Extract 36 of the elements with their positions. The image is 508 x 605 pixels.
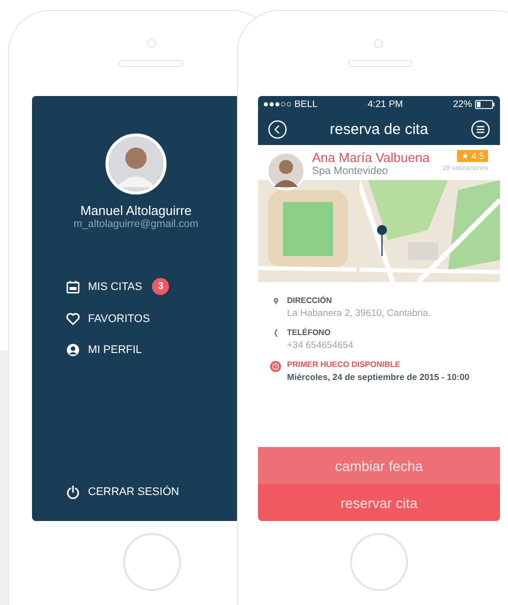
provider-name: Ana María Valbuena: [312, 150, 430, 165]
detail-value: Miércoles, 24 de septiembre de 2015 - 10:00: [287, 372, 470, 382]
menu-item[interactable]: FAVORITOS: [88, 313, 150, 325]
power-icon: [66, 485, 80, 499]
avatar-icon: [266, 151, 306, 191]
menu-item[interactable]: MIS CITAS: [88, 280, 142, 292]
rating-badge: ★ 4.5: [456, 150, 488, 162]
phone-icon: [272, 329, 280, 337]
camera-icon: [147, 39, 156, 48]
menu-item[interactable]: MI PERFIL: [88, 344, 142, 356]
count-badge: 3: [152, 278, 170, 295]
carrier-label: ●●●○○ BELL: [263, 99, 318, 110]
provider-place: Spa Montevideo: [312, 165, 389, 177]
battery-label: 22%: [452, 99, 472, 110]
location-pin-icon: [272, 297, 280, 305]
detail-value: La Habanera 2, 39610, Cantabria.: [287, 308, 431, 319]
heart-icon: [66, 312, 80, 326]
battery-icon: [474, 100, 495, 109]
user-email: m_altolaguirre@gmail.com: [73, 218, 199, 230]
detail-value: +34 654654654: [287, 340, 354, 351]
detail-label: PRIMER HUECO DISPONIBLE: [287, 360, 402, 369]
menu-button[interactable]: [470, 120, 490, 138]
avatar-icon: [105, 133, 167, 195]
clock-icon: [270, 361, 281, 372]
back-button[interactable]: [268, 120, 287, 138]
detail-label: TELÉFONO: [287, 328, 332, 337]
detail-label: DIRECCIÓN: [287, 296, 333, 305]
profile-icon: [66, 343, 80, 357]
speaker-grille: [348, 60, 412, 67]
status-time: 4:21 PM: [368, 99, 403, 110]
logout-link[interactable]: CERRAR SESIÓN: [88, 486, 180, 498]
user-name: Manuel Altolaguirre: [80, 203, 192, 218]
camera-icon: [374, 39, 383, 48]
calendar-icon: [66, 280, 80, 294]
screen-title: reserva de cita: [330, 120, 428, 138]
speaker-grille: [119, 60, 183, 67]
